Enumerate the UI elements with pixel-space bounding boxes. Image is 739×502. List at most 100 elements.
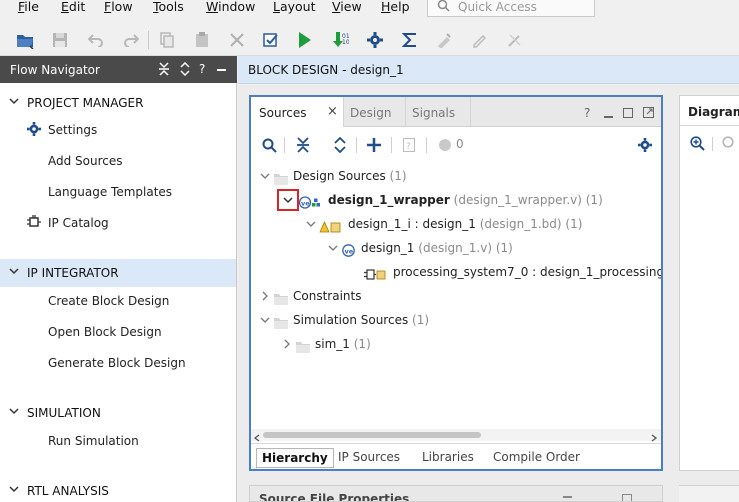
draw-icon[interactable]: [432, 28, 456, 52]
nav-item-run-simulation[interactable]: Run Simulation: [0, 430, 236, 452]
undo-icon[interactable]: [84, 28, 108, 52]
sigma-report-icon[interactable]: [398, 28, 422, 52]
tree-node-label: Constraints: [293, 289, 362, 303]
panel-maximize-icon[interactable]: [623, 108, 633, 118]
copy-icon[interactable]: [155, 28, 179, 52]
menu-edit[interactable]: Edit: [61, 0, 85, 14]
chevron-right-icon[interactable]: [259, 285, 271, 307]
section-ip-integrator[interactable]: IP INTEGRATOR: [0, 259, 236, 287]
status-dot-icon: [434, 134, 456, 156]
folder-icon: [296, 338, 310, 360]
horizontal-scrollbar[interactable]: [251, 429, 661, 442]
chevron-down-icon[interactable]: [327, 237, 339, 259]
tree-node-label: design_1_i : design_1: [348, 217, 476, 231]
chevron-down-icon[interactable]: [259, 165, 271, 187]
disabled-wand-icon[interactable]: [503, 28, 527, 52]
svg-text:ve: ve: [345, 248, 354, 256]
menu-file[interactable]: File: [18, 0, 39, 14]
scrollbar-thumb[interactable]: [263, 432, 481, 438]
nav-item-label: Run Simulation: [48, 434, 139, 448]
expand-all-icon[interactable]: [329, 134, 351, 156]
redo-icon[interactable]: [119, 28, 143, 52]
nav-item-open-block-design[interactable]: Open Block Design: [0, 321, 236, 343]
search-icon[interactable]: [258, 134, 280, 156]
tree-node-simulation-sources[interactable]: Simulation Sources (1): [251, 309, 661, 331]
minimize-icon[interactable]: [217, 69, 226, 71]
run-icon[interactable]: [293, 28, 317, 52]
tree-node-design-sources[interactable]: Design Sources (1): [251, 165, 661, 187]
add-sources-icon[interactable]: [363, 134, 385, 156]
nav-item-create-block-design[interactable]: Create Block Design: [0, 290, 236, 312]
section-rtl-analysis[interactable]: RTL ANALYSIS: [0, 477, 236, 502]
tab-ip-sources[interactable]: IP Sources: [338, 448, 400, 468]
zoom-out-icon[interactable]: [722, 136, 737, 154]
panel-help-icon[interactable]: ?: [584, 106, 590, 120]
tab-signals[interactable]: Signals: [405, 97, 471, 127]
menu-flow[interactable]: Flow: [104, 0, 133, 14]
tab-hierarchy[interactable]: Hierarchy: [256, 448, 334, 468]
chevron-down-icon: [8, 95, 20, 110]
program-device-icon[interactable]: 01 10: [328, 28, 352, 52]
sources-tree: Design Sources (1) ve design_1_wrapper (…: [251, 165, 661, 427]
settings-gear-icon[interactable]: [634, 134, 656, 156]
section-label: SIMULATION: [27, 406, 101, 420]
tab-design[interactable]: Design: [343, 97, 405, 127]
delete-icon[interactable]: [225, 28, 249, 52]
tab-sources[interactable]: Sources ×: [251, 97, 343, 127]
tab-compile-order[interactable]: Compile Order: [493, 448, 580, 468]
nav-item-add-sources[interactable]: Add Sources: [0, 150, 236, 172]
chevron-down-icon[interactable]: [259, 309, 271, 331]
tab-diagram[interactable]: Diagram: [680, 96, 739, 126]
panel-minimize-icon[interactable]: [563, 496, 572, 498]
menu-layout[interactable]: Layout: [273, 0, 316, 14]
pencil-icon[interactable]: [467, 28, 491, 52]
chevron-down-icon: [8, 483, 20, 498]
settings-gear-icon[interactable]: [363, 28, 387, 52]
tree-node-count: (1): [585, 193, 603, 207]
menu-view[interactable]: View: [332, 0, 362, 14]
menu-tools[interactable]: Tools: [153, 0, 184, 14]
nav-item-settings[interactable]: Settings: [0, 119, 236, 141]
tree-node-processing-system7[interactable]: processing_system7_0 : design_1_processi…: [251, 261, 661, 283]
diagram-panel: Diagram: [679, 95, 739, 471]
nav-item-language-templates[interactable]: Language Templates: [0, 181, 236, 203]
menu-window[interactable]: Window: [206, 0, 255, 14]
section-project-manager[interactable]: PROJECT MANAGER: [0, 89, 236, 117]
section-label: RTL ANALYSIS: [27, 484, 109, 498]
svg-text:ve: ve: [301, 200, 310, 208]
tree-node-count: (1): [389, 169, 407, 183]
collapse-all-icon[interactable]: [292, 134, 314, 156]
nav-item-label: Open Block Design: [48, 325, 162, 339]
tab-label: Diagram: [688, 105, 739, 119]
tree-node-design-1[interactable]: ve design_1 (design_1.v) (1): [251, 237, 661, 259]
open-project-icon[interactable]: [13, 28, 37, 52]
checkbox-icon[interactable]: [259, 28, 283, 52]
panel-float-icon[interactable]: [643, 107, 654, 121]
tree-node-count: (1): [495, 241, 513, 255]
section-simulation[interactable]: SIMULATION: [0, 399, 236, 427]
quick-access-input[interactable]: Quick Access: [427, 0, 595, 17]
flow-navigator-title: Flow Navigator: [10, 63, 100, 77]
paste-icon[interactable]: [190, 28, 214, 52]
tree-node-constraints[interactable]: Constraints: [251, 285, 661, 307]
collapse-all-icon[interactable]: [158, 62, 170, 79]
tree-node-design-1-i[interactable]: design_1_i : design_1 (design_1.bd) (1): [251, 213, 661, 235]
menu-help[interactable]: Help: [381, 0, 410, 14]
chevron-down-icon[interactable]: [305, 213, 317, 235]
save-icon[interactable]: [48, 28, 72, 52]
nav-item-generate-block-design[interactable]: Generate Block Design: [0, 352, 236, 374]
help-icon[interactable]: ?: [199, 62, 205, 76]
flow-navigator: Flow Navigator ? PROJECT MANAGER Setting…: [0, 56, 237, 502]
tree-node-sim-1[interactable]: sim_1 (1): [251, 333, 661, 355]
nav-item-ip-catalog[interactable]: IP Catalog: [0, 212, 236, 234]
tree-node-design-1-wrapper[interactable]: ve design_1_wrapper (design_1_wrapper.v)…: [251, 189, 661, 211]
close-tab-icon[interactable]: ×: [327, 104, 338, 119]
block-design-title: BLOCK DESIGN - design_1: [248, 63, 404, 77]
expand-all-icon[interactable]: [180, 61, 190, 79]
zoom-in-icon[interactable]: [690, 136, 705, 154]
panel-minimize-icon[interactable]: [604, 116, 613, 118]
unknown-file-icon[interactable]: ?: [398, 134, 420, 156]
tab-libraries[interactable]: Libraries: [422, 448, 474, 468]
panel-maximize-icon[interactable]: [622, 494, 632, 501]
chevron-right-icon[interactable]: [281, 333, 293, 355]
